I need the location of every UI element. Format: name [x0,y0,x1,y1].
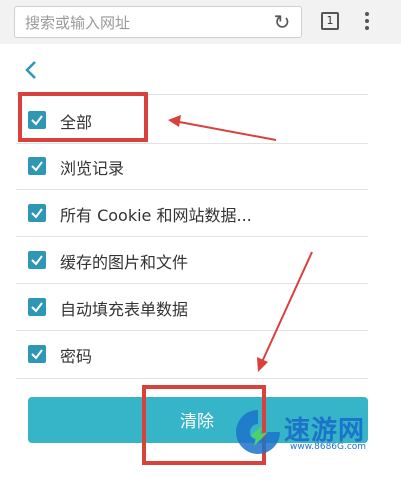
watermark-url: www.8686G.com [290,442,367,452]
watermark-logo-icon [236,410,280,454]
annotation-arrow-line [173,120,277,141]
annotation-arrow-line [261,251,313,363]
watermark: 速游网 www.8686G.com [232,404,392,460]
annotation-arrowhead [168,115,181,127]
